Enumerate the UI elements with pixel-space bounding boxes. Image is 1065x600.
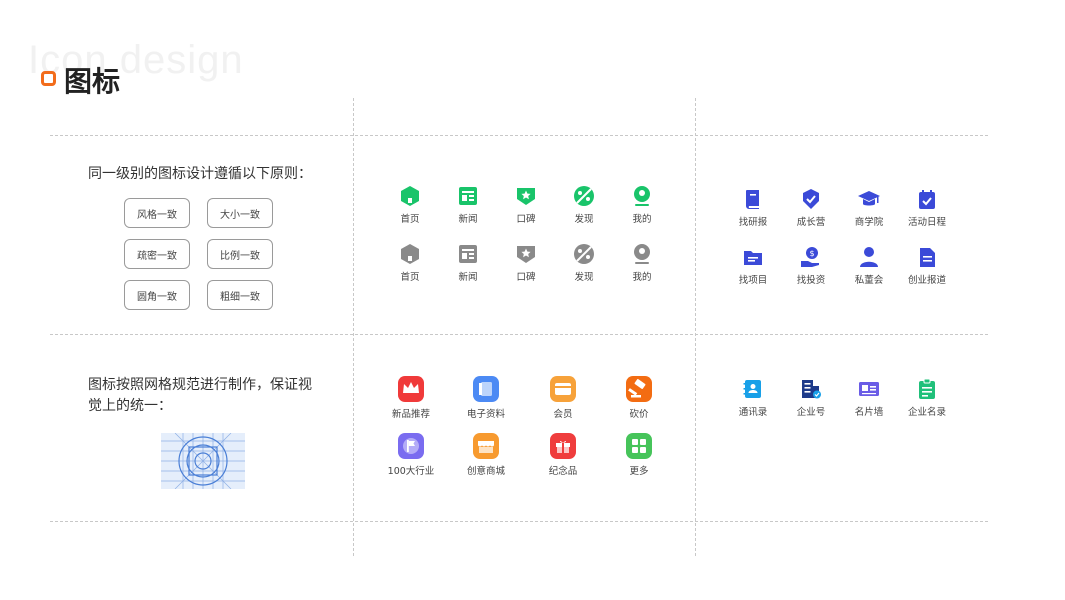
icon-enterprise-directory[interactable]: 企业名录	[892, 378, 962, 418]
icon-label: 创业报道	[907, 275, 946, 286]
icon-creative-mall[interactable]: 创意商城	[451, 433, 521, 477]
icon-label: 通讯录	[738, 407, 768, 418]
divider-middle	[50, 334, 988, 335]
icon-label: 企业名录	[907, 407, 946, 418]
divider-left-column	[353, 98, 354, 556]
icon-top-100-industries[interactable]: 100大行业	[376, 433, 446, 477]
tab-label: 新闻	[458, 272, 478, 283]
icon-label: 名片墙	[854, 407, 884, 418]
pill-corner: 圆角一致	[124, 280, 190, 310]
news-icon	[457, 185, 479, 207]
pill-weight: 粗细一致	[207, 280, 273, 310]
contacts-icon	[742, 378, 764, 400]
consistency-principle-text: 同一级别的图标设计遵循以下原则：	[88, 166, 312, 182]
tab-label: 我的	[632, 272, 652, 283]
icon-label: 活动日程	[907, 217, 946, 228]
icon-label: 新品推荐	[391, 409, 430, 420]
icon-grid-diagram	[161, 433, 245, 489]
book-icon	[742, 188, 764, 210]
grid-principle-line2: 觉上的统一：	[88, 398, 172, 414]
gift-icon	[550, 433, 576, 459]
icon-souvenir[interactable]: 纪念品	[528, 433, 598, 477]
pill-size: 大小一致	[207, 198, 273, 228]
home-icon	[399, 185, 421, 207]
grid-principle-line1: 图标按照网格规范进行制作，保证视	[88, 377, 312, 393]
icon-new-recommend[interactable]: 新品推荐	[376, 376, 446, 420]
document-icon	[916, 246, 938, 268]
icon-label: 找投资	[796, 275, 826, 286]
ebook-icon	[473, 376, 499, 402]
tab-label: 口碑	[516, 214, 536, 225]
discover-icon	[573, 243, 595, 265]
calendar-check-icon	[916, 188, 938, 210]
review-icon	[515, 185, 537, 207]
tab-label: 发现	[574, 214, 594, 225]
page-title: 图标	[64, 65, 121, 98]
discover-icon	[573, 185, 595, 207]
tab-label: 口碑	[516, 272, 536, 283]
icon-label: 私董会	[854, 275, 884, 286]
icon-label: 纪念品	[548, 466, 578, 477]
business-card-icon	[858, 378, 880, 400]
graduation-cap-icon	[858, 188, 880, 210]
folder-icon	[742, 246, 764, 268]
pill-style: 风格一致	[124, 198, 190, 228]
news-icon	[457, 243, 479, 265]
tab-profile-active[interactable]: 我的	[607, 185, 677, 225]
icon-label: 电子资料	[466, 409, 505, 420]
review-icon	[515, 243, 537, 265]
tab-label: 首页	[400, 214, 420, 225]
tab-label: 发现	[574, 272, 594, 283]
flag-icon	[398, 433, 424, 459]
crown-icon	[398, 376, 424, 402]
icon-more[interactable]: 更多	[604, 433, 674, 477]
divider-right-column	[695, 98, 696, 556]
icon-label: 找项目	[738, 275, 768, 286]
pill-density: 疏密一致	[124, 239, 190, 269]
tab-label: 新闻	[458, 214, 478, 225]
tab-profile-inactive[interactable]: 我的	[607, 243, 677, 283]
icon-label: 成长营	[796, 217, 826, 228]
divider-bottom	[50, 521, 988, 522]
grid-icon	[626, 433, 652, 459]
icon-label: 企业号	[796, 407, 826, 418]
icon-label: 商学院	[854, 217, 884, 228]
icon-label: 砍价	[629, 409, 649, 420]
icon-bargain[interactable]: 砍价	[604, 376, 674, 420]
enterprise-icon	[800, 378, 822, 400]
member-card-icon	[550, 376, 576, 402]
icon-event-schedule[interactable]: 活动日程	[892, 188, 962, 228]
home-icon	[399, 243, 421, 265]
icon-label: 更多	[629, 466, 649, 477]
divider-top	[50, 135, 988, 136]
icon-label: 找研报	[738, 217, 768, 228]
title-marker-icon	[41, 71, 56, 86]
clipboard-icon	[916, 378, 938, 400]
person-icon	[858, 246, 880, 268]
svg-text:$: $	[809, 249, 814, 258]
tab-label: 首页	[400, 272, 420, 283]
store-icon	[473, 433, 499, 459]
profile-icon	[631, 185, 653, 207]
tab-label: 我的	[632, 214, 652, 225]
money-hand-icon: $	[800, 246, 822, 268]
icon-e-materials[interactable]: 电子资料	[451, 376, 521, 420]
badge-icon	[800, 188, 822, 210]
icon-member[interactable]: 会员	[528, 376, 598, 420]
icon-startup-report[interactable]: 创业报道	[892, 246, 962, 286]
icon-label: 创意商城	[466, 466, 505, 477]
background-watermark-title: Icon design	[28, 38, 244, 82]
icon-label: 100大行业	[387, 466, 435, 477]
hammer-icon	[626, 376, 652, 402]
icon-label: 会员	[553, 409, 573, 420]
pill-proportion: 比例一致	[207, 239, 273, 269]
profile-icon	[631, 243, 653, 265]
